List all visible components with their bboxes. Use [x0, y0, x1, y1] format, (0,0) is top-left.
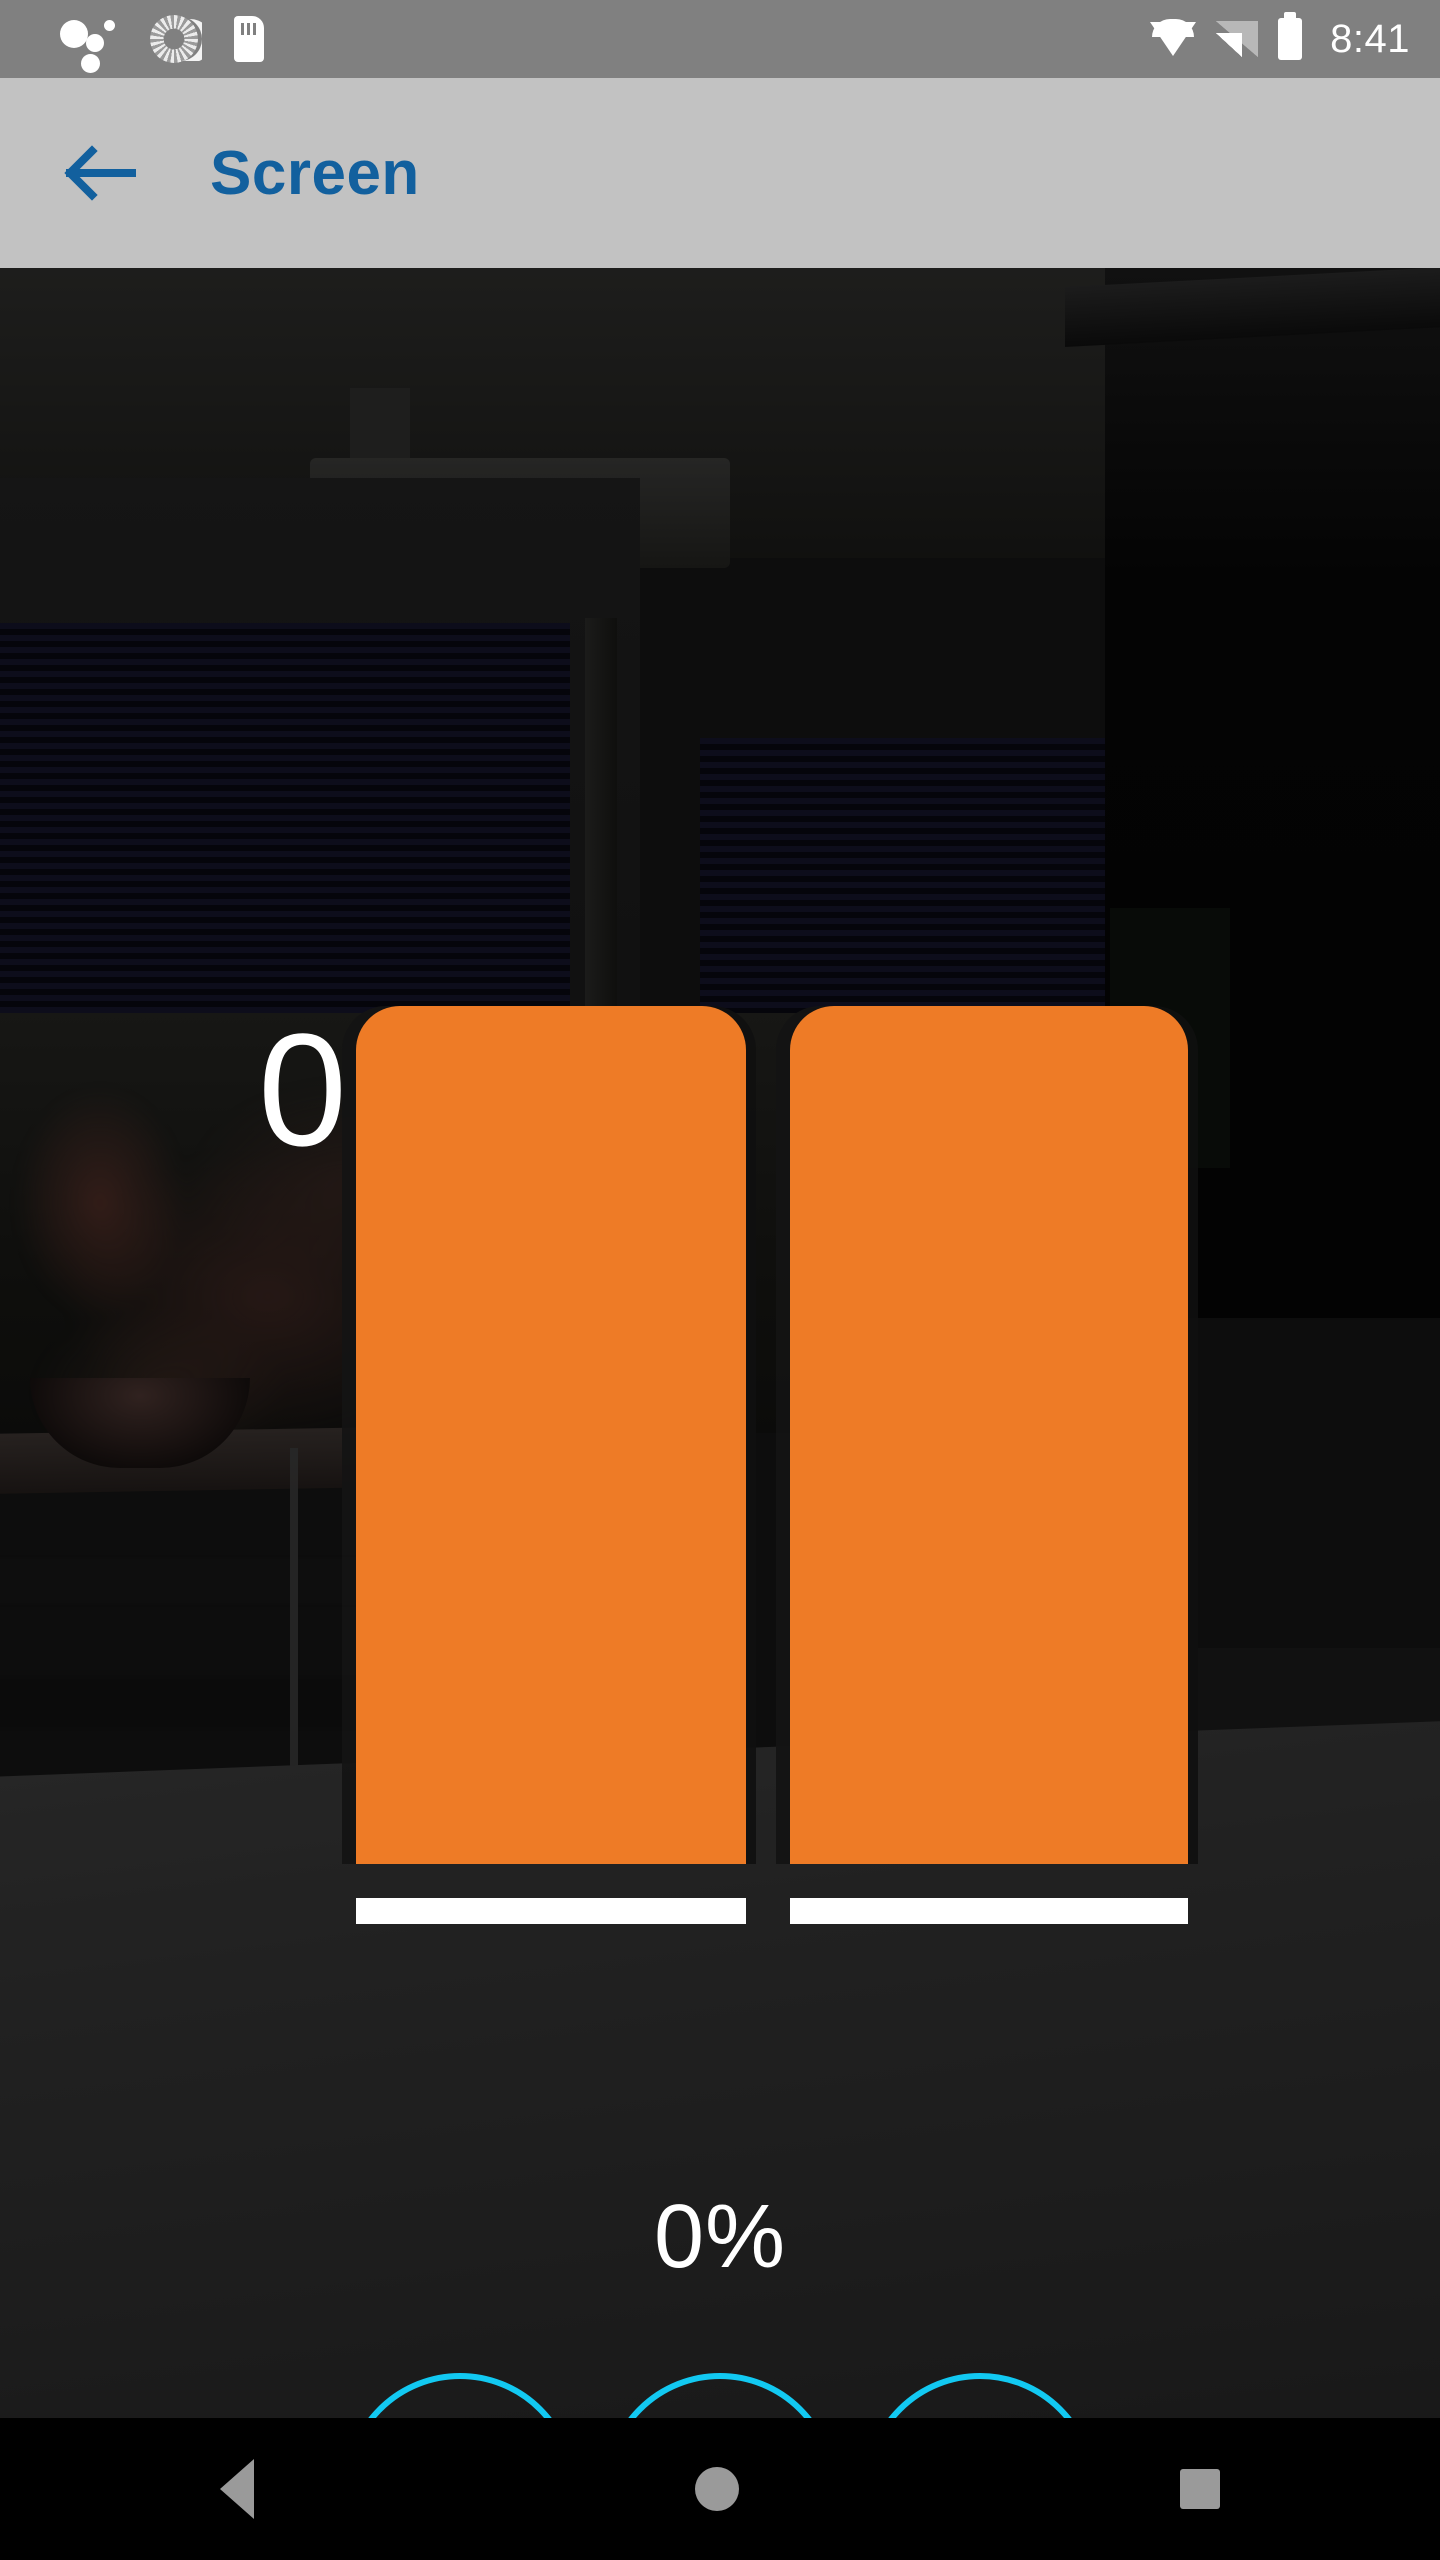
cover-rail-right — [790, 1898, 1188, 1924]
status-bar: 8:41 — [0, 0, 1440, 78]
cover-panels: 0 — [0, 268, 1440, 2418]
status-bar-right-icons: 8:41 — [1150, 12, 1410, 62]
wifi-icon — [1150, 19, 1197, 56]
status-bar-left-icons — [60, 13, 264, 73]
back-nav-icon[interactable] — [220, 2459, 255, 2519]
cover-position-percent: 0% — [653, 2187, 787, 2287]
cover-shade-left — [356, 1006, 746, 1864]
cover-position-badge: 0 — [258, 1000, 347, 1179]
phone-screen: 8:41 Screen 0 0% — [0, 0, 1440, 2560]
cover-preview-area[interactable]: 0 0% OPEN STOP CLOSE — [0, 268, 1440, 2418]
cellular-signal-icon — [1216, 21, 1259, 57]
android-nav-bar — [0, 2418, 1440, 2560]
recents-nav-icon[interactable] — [1179, 2469, 1220, 2509]
cover-controls: OPEN STOP CLOSE — [0, 2373, 1440, 2418]
stop-button[interactable]: STOP — [604, 2373, 836, 2418]
cover-panel-right[interactable] — [790, 1006, 1188, 1926]
battery-icon — [1278, 12, 1303, 60]
spinner-icon — [148, 13, 200, 65]
cover-shade-right — [790, 1006, 1188, 1864]
close-button[interactable]: CLOSE — [864, 2373, 1096, 2418]
cover-rail-left — [356, 1898, 746, 1924]
app-bar: Screen — [0, 78, 1440, 268]
cover-panel-left[interactable] — [356, 1006, 746, 1926]
back-arrow-icon[interactable] — [62, 136, 136, 210]
page-title: Screen — [210, 138, 420, 208]
home-nav-icon[interactable] — [694, 2467, 739, 2511]
notification-dots-icon — [60, 16, 115, 73]
sd-card-icon — [234, 16, 264, 62]
status-bar-clock: 8:41 — [1330, 16, 1410, 61]
open-button[interactable]: OPEN — [344, 2373, 576, 2418]
